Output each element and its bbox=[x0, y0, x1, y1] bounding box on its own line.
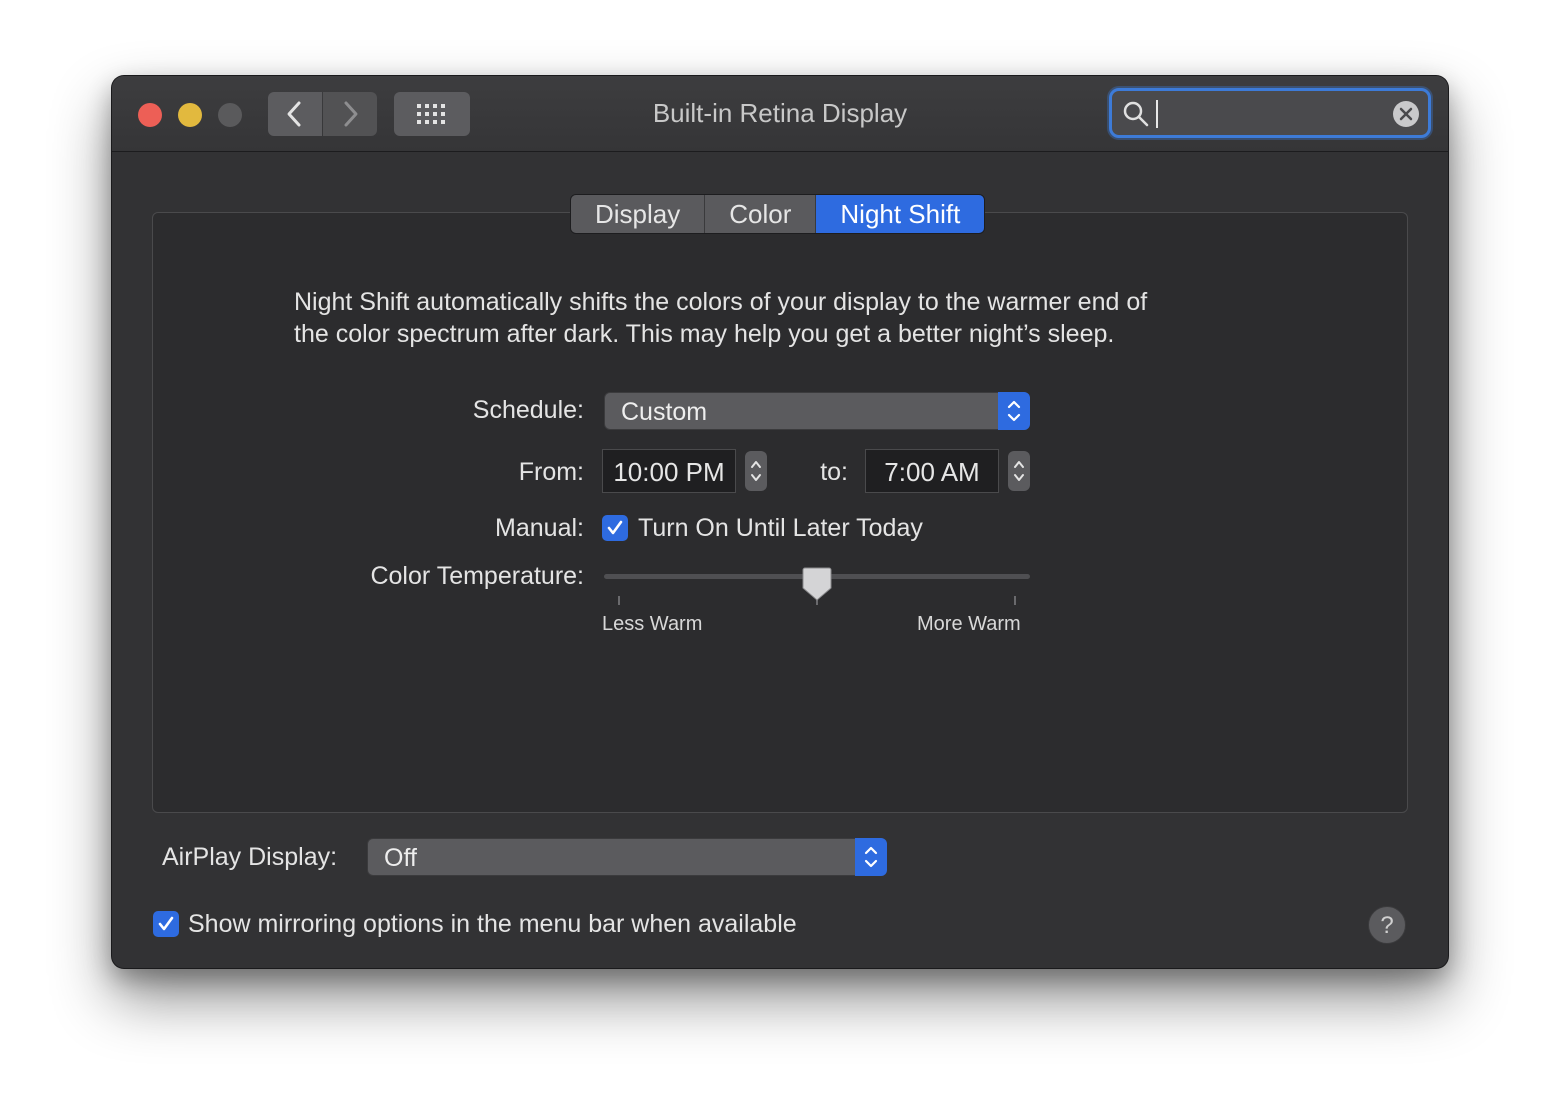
night-shift-description: Night Shift automatically shifts the col… bbox=[294, 286, 1284, 350]
search-icon bbox=[1123, 101, 1149, 127]
mirroring-checkbox-label[interactable]: Show mirroring options in the menu bar w… bbox=[188, 910, 797, 939]
description-line: the color spectrum after dark. This may … bbox=[294, 320, 1115, 348]
popup-arrows-icon bbox=[998, 392, 1030, 430]
airplay-display-value: Off bbox=[384, 844, 417, 872]
mirroring-checkbox[interactable] bbox=[153, 911, 179, 937]
popup-arrows-icon bbox=[855, 838, 887, 876]
to-time-stepper[interactable] bbox=[1008, 451, 1030, 491]
manual-label: Manual: bbox=[495, 514, 584, 542]
schedule-value: Custom bbox=[621, 398, 708, 426]
schedule-popup[interactable]: Custom bbox=[604, 392, 1030, 430]
manual-checkbox[interactable] bbox=[602, 515, 628, 541]
tab-color[interactable]: Color bbox=[705, 195, 817, 233]
help-button[interactable]: ? bbox=[1368, 906, 1406, 944]
stepper-arrows-icon bbox=[751, 461, 761, 481]
text-cursor bbox=[1156, 100, 1158, 128]
schedule-label: Schedule: bbox=[472, 396, 584, 424]
slider-thumb[interactable] bbox=[802, 566, 832, 602]
from-label: From: bbox=[518, 458, 584, 486]
slider-tick bbox=[618, 596, 620, 605]
stepper-arrows-icon bbox=[1014, 461, 1024, 481]
airplay-display-label: AirPlay Display: bbox=[162, 843, 338, 871]
tab-display[interactable]: Display bbox=[571, 195, 706, 233]
slider-tick bbox=[1014, 596, 1016, 605]
manual-checkbox-label[interactable]: Turn On Until Later Today bbox=[638, 514, 923, 543]
clear-search-icon[interactable] bbox=[1392, 100, 1420, 128]
color-temperature-label: Color Temperature: bbox=[370, 562, 584, 590]
tab-night-shift[interactable]: Night Shift bbox=[816, 195, 985, 233]
airplay-display-popup[interactable]: Off bbox=[367, 838, 887, 876]
checkmark-icon bbox=[158, 916, 174, 931]
search-field[interactable] bbox=[1109, 88, 1431, 138]
preferences-window: Built-in Retina Display Display Color Ni… bbox=[112, 76, 1448, 968]
to-label: to: bbox=[820, 458, 848, 486]
title-bar: Built-in Retina Display bbox=[112, 76, 1448, 152]
checkmark-icon bbox=[607, 520, 623, 535]
from-time-field[interactable]: 10:00 PM bbox=[602, 449, 736, 493]
more-warm-label: More Warm bbox=[917, 613, 1021, 635]
less-warm-label: Less Warm bbox=[602, 613, 703, 635]
from-time-stepper[interactable] bbox=[745, 451, 767, 491]
tab-bar: Display Color Night Shift bbox=[570, 194, 986, 234]
search-input[interactable] bbox=[1162, 95, 1386, 133]
to-time-field[interactable]: 7:00 AM bbox=[865, 449, 999, 493]
description-line: Night Shift automatically shifts the col… bbox=[294, 288, 1148, 316]
